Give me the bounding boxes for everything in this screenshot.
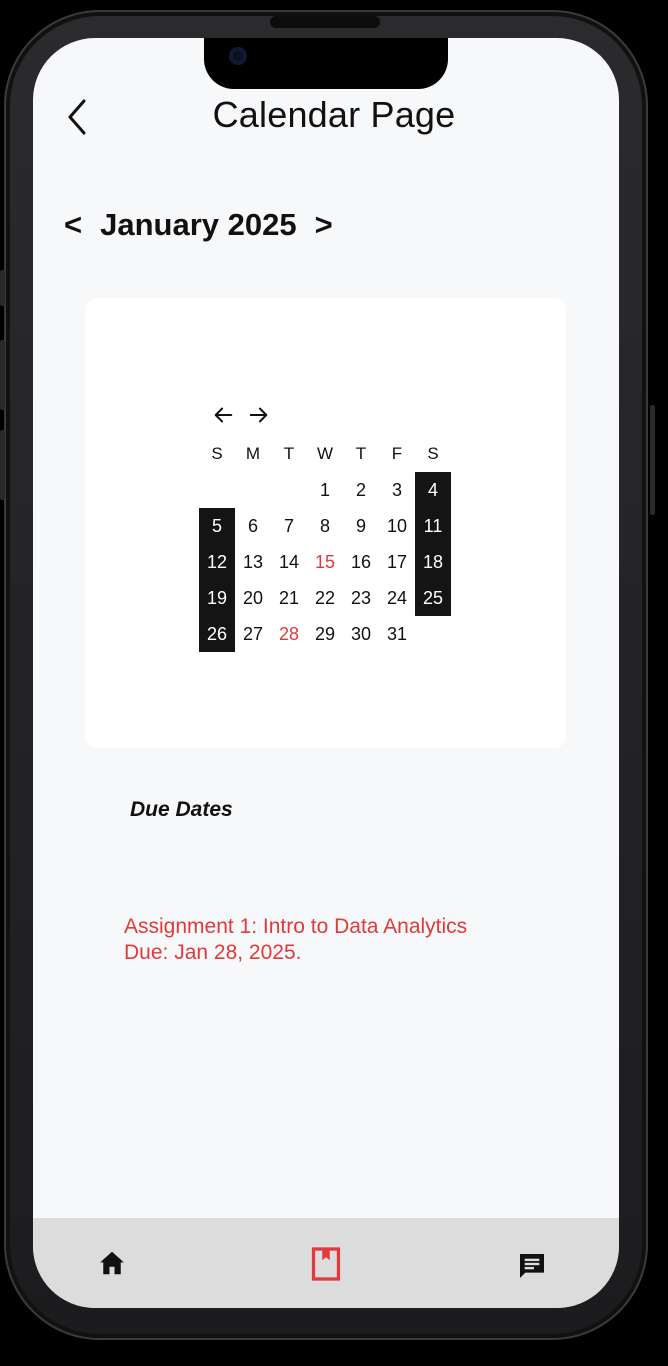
calendar-day[interactable]: 22 xyxy=(307,580,343,616)
calendar-day[interactable]: 29 xyxy=(307,616,343,652)
calendar-day[interactable]: 5 xyxy=(199,508,235,544)
calendar-day[interactable]: 11 xyxy=(415,508,451,544)
month-navigator: < January 2025 > xyxy=(64,204,333,246)
calendar-arrows xyxy=(212,404,270,426)
calendar-day[interactable]: 13 xyxy=(235,544,271,580)
calendar-grid: S M T W T F S 1 2 3 4 5 6 7 8 9 10 11 12 13 14 15 16 17 18 19 20 21… xyxy=(199,436,451,652)
message-icon[interactable] xyxy=(515,1250,549,1282)
weekday-header: S xyxy=(427,444,439,463)
weekday-header: M xyxy=(245,444,261,463)
side-button xyxy=(0,340,5,410)
bookmark-icon[interactable] xyxy=(311,1246,341,1282)
calendar-day[interactable]: 7 xyxy=(271,508,307,544)
front-camera xyxy=(229,47,247,65)
due-item-date: Due: Jan 28, 2025. xyxy=(124,941,302,964)
calendar-day[interactable]: 1 xyxy=(307,472,343,508)
due-dates-heading: Due Dates xyxy=(130,798,233,821)
page-title: Calendar Page xyxy=(212,94,456,135)
side-button xyxy=(0,430,5,500)
calendar-day[interactable]: 27 xyxy=(235,616,271,652)
weekday-header: S xyxy=(211,444,223,463)
calendar-day[interactable]: 16 xyxy=(343,544,379,580)
due-item-title: Assignment 1: Intro to Data Analytics xyxy=(124,915,468,938)
calendar-day[interactable]: 4 xyxy=(415,472,451,508)
bottom-navigation xyxy=(33,1218,619,1308)
calendar-day[interactable]: 8 xyxy=(307,508,343,544)
calendar-day[interactable]: 9 xyxy=(343,508,379,544)
arrow-left-icon[interactable] xyxy=(212,404,234,426)
month-label: January 2025 xyxy=(100,207,297,242)
calendar-day[interactable]: 17 xyxy=(379,544,415,580)
calendar-day[interactable]: 21 xyxy=(271,580,307,616)
empty-cell xyxy=(199,472,235,508)
speaker-grille xyxy=(270,16,380,28)
calendar-day[interactable]: 10 xyxy=(379,508,415,544)
calendar-day[interactable]: 20 xyxy=(235,580,271,616)
empty-cell xyxy=(415,616,451,652)
calendar-day[interactable]: 23 xyxy=(343,580,379,616)
due-date-item[interactable]: Assignment 1: Intro to Data Analytics Du… xyxy=(124,914,467,966)
empty-cell xyxy=(235,472,271,508)
calendar-day[interactable]: 18 xyxy=(415,544,451,580)
prev-month-button[interactable]: < xyxy=(64,207,82,243)
calendar-day[interactable]: 24 xyxy=(379,580,415,616)
arrow-right-icon[interactable] xyxy=(248,404,270,426)
side-button xyxy=(0,270,5,306)
calendar-day[interactable]: 31 xyxy=(379,616,415,652)
calendar-day[interactable]: 26 xyxy=(199,616,235,652)
weekday-header: F xyxy=(391,444,403,463)
calendar-day[interactable]: 14 xyxy=(271,544,307,580)
calendar-day[interactable]: 2 xyxy=(343,472,379,508)
calendar-day[interactable]: 12 xyxy=(199,544,235,580)
calendar-day[interactable]: 30 xyxy=(343,616,379,652)
weekday-header: W xyxy=(316,444,334,463)
calendar-day[interactable]: 19 xyxy=(199,580,235,616)
weekday-header: T xyxy=(355,444,367,463)
empty-cell xyxy=(271,472,307,508)
home-icon[interactable] xyxy=(97,1248,127,1278)
calendar-day[interactable]: 25 xyxy=(415,580,451,616)
calendar-day[interactable]: 6 xyxy=(235,508,271,544)
calendar-day[interactable]: 3 xyxy=(379,472,415,508)
next-month-button[interactable]: > xyxy=(315,207,333,243)
weekday-header: T xyxy=(283,444,295,463)
calendar-day[interactable]: 28 xyxy=(271,616,307,652)
side-button xyxy=(650,405,655,515)
calendar-day[interactable]: 15 xyxy=(307,544,343,580)
